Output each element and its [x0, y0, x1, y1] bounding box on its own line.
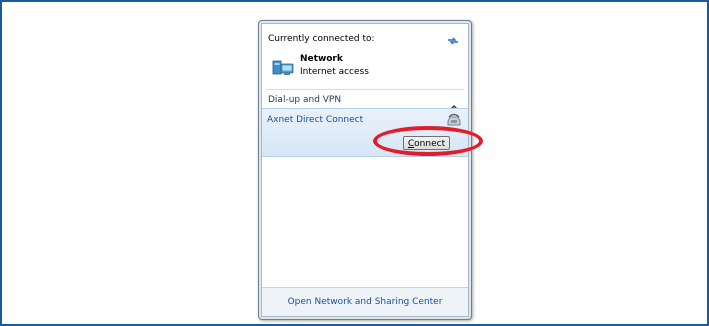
chevron-up-icon[interactable] [450, 95, 458, 110]
current-connection-section: Currently connected to: Network Internet… [262, 24, 468, 86]
dialup-vpn-group-header[interactable]: Dial-up and VPN [262, 90, 468, 110]
popup-footer: Open Network and Sharing Center [262, 287, 468, 316]
refresh-icon[interactable] [446, 32, 460, 45]
network-name: Network [300, 54, 343, 64]
popup-content: Currently connected to: Network Internet… [261, 23, 469, 317]
currently-connected-label: Currently connected to: [268, 34, 375, 44]
network-icon [272, 58, 294, 76]
connect-button[interactable]: Connect [403, 136, 450, 150]
group-label: Dial-up and VPN [268, 95, 342, 105]
connect-label-rest: onnect [414, 139, 446, 149]
dialup-phone-icon [446, 112, 462, 126]
network-popup: Currently connected to: Network Internet… [258, 20, 472, 320]
connection-item-axnet[interactable]: Axnet Direct Connect Connect [262, 108, 468, 157]
open-network-sharing-center-link[interactable]: Open Network and Sharing Center [262, 297, 468, 307]
network-status: Internet access [300, 67, 369, 77]
connection-name: Axnet Direct Connect [267, 115, 364, 125]
